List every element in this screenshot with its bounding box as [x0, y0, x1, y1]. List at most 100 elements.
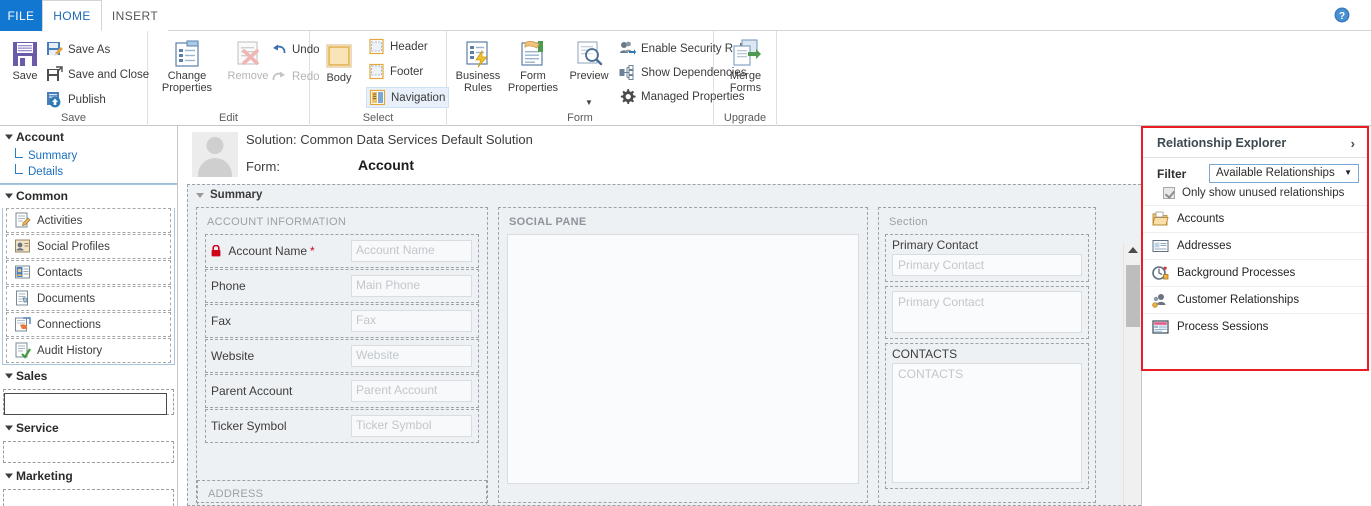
relationship-item-accounts-label: Accounts [1177, 213, 1225, 225]
tab-home[interactable]: HOME [42, 0, 102, 31]
form-label: Form: [246, 159, 280, 174]
field-input-account-name[interactable]: Account Name [351, 240, 472, 262]
chevron-down-icon[interactable]: ▼ [1344, 168, 1352, 177]
svg-text:?: ? [1339, 11, 1345, 22]
remove-button[interactable]: Remove [222, 37, 274, 83]
nav-group-account-label: Account [16, 130, 64, 144]
relationship-item-customer-relationships[interactable]: Customer Relationships [1143, 286, 1367, 313]
subgrid-placeholder-contacts[interactable]: CONTACTS [892, 363, 1082, 483]
publish-button[interactable]: Publish [46, 91, 106, 108]
chevron-right-icon[interactable]: › [1351, 136, 1355, 151]
field-input-website[interactable]: Website [351, 345, 472, 367]
relationship-explorer-header: Relationship Explorer › [1143, 128, 1367, 158]
help-circle-icon[interactable]: ? [1334, 7, 1350, 23]
merge-forms-label-2: Forms [729, 81, 762, 94]
field-input-parent-account[interactable]: Parent Account [351, 380, 472, 402]
nav-group-sales[interactable]: Sales [0, 365, 177, 387]
sidebar-item-documents-label: Documents [37, 292, 96, 305]
sidebar-item-social-profiles[interactable]: Social Profiles [6, 234, 171, 259]
form-properties-label-1: Form [520, 70, 546, 82]
change-properties-label-2: Properties [161, 81, 213, 94]
body-button[interactable]: Body [318, 39, 360, 85]
save-button[interactable]: Save [4, 37, 46, 83]
field-row-account-name[interactable]: Account Name * Account Name [205, 234, 479, 268]
field-input-phone[interactable]: Main Phone [351, 275, 472, 297]
tab-file[interactable]: FILE [0, 0, 42, 31]
header-button[interactable]: Header [368, 38, 428, 55]
save-as-label: Save As [68, 43, 111, 56]
sidebar-item-connections[interactable]: Connections [6, 312, 171, 337]
gear-icon [619, 88, 636, 105]
chevron-down-icon[interactable]: ▼ [585, 97, 593, 109]
form-tab-summary[interactable]: Summary [188, 185, 1141, 207]
subgrid-contacts[interactable]: CONTACTS CONTACTS [885, 343, 1089, 489]
change-properties-button[interactable]: Change Properties [156, 37, 218, 94]
nav-sales-placeholder-field[interactable] [4, 393, 167, 415]
sidebar-item-documents[interactable]: Documents [6, 286, 171, 311]
activities-icon [13, 212, 31, 230]
field-row-primary-contact-block[interactable]: Primary Contact [885, 286, 1089, 339]
nav-group-marketing-label: Marketing [16, 469, 73, 483]
field-input-primary-contact-block[interactable]: Primary Contact [892, 291, 1082, 333]
field-row-primary-contact[interactable]: Primary Contact Primary Contact [885, 234, 1089, 282]
connections-icon [13, 316, 31, 334]
header-layout-icon [368, 38, 385, 55]
sidebar-item-details-label: Details [28, 166, 64, 178]
save-and-close-button[interactable]: Save and Close [46, 66, 149, 83]
nav-group-service[interactable]: Service [0, 417, 177, 439]
canvas-vertical-scrollbar[interactable] [1123, 243, 1141, 505]
preview-button[interactable]: Preview ▼ [563, 37, 615, 107]
nav-group-common[interactable]: Common [0, 184, 177, 207]
field-row-ticker-symbol[interactable]: Ticker Symbol Ticker Symbol [205, 409, 479, 443]
body-label: Body [326, 72, 352, 84]
relationship-item-accounts[interactable]: Accounts [1143, 205, 1367, 232]
scroll-up-arrow-icon[interactable] [1127, 247, 1138, 253]
save-as-button[interactable]: Save As [46, 41, 110, 58]
merge-forms-button[interactable]: Merge Forms [718, 37, 773, 94]
relationship-item-process-sessions[interactable]: Process Sessions [1143, 313, 1367, 340]
field-input-fax[interactable]: Fax [351, 310, 472, 332]
field-row-website[interactable]: Website Website [205, 339, 479, 373]
sidebar-item-details[interactable]: Details [0, 164, 177, 180]
contacts-icon [13, 264, 31, 282]
relationship-item-addresses[interactable]: Addresses [1143, 232, 1367, 259]
only-unused-checkbox-row[interactable]: Only show unused relationships [1143, 185, 1367, 205]
field-input-ticker-symbol[interactable]: Ticker Symbol [351, 415, 472, 437]
form-properties-label-2: Properties [507, 81, 559, 94]
form-properties-button[interactable]: Form Properties [505, 37, 561, 94]
business-rules-label-1: Business [455, 70, 501, 82]
form-properties-icon [517, 37, 549, 71]
footer-button[interactable]: Footer [368, 63, 423, 80]
relationship-list: Accounts Addresses Background Processes … [1143, 205, 1367, 340]
publish-icon [46, 91, 63, 108]
form-name-value: Account [358, 157, 414, 173]
section-title-section: Section [889, 216, 928, 228]
nav-group-account[interactable]: Account [0, 126, 177, 148]
remove-icon [232, 37, 264, 71]
ribbon-group-label-upgrade: Upgrade [723, 112, 767, 124]
sidebar-item-contacts[interactable]: Contacts [6, 260, 171, 285]
field-row-parent-account[interactable]: Parent Account Parent Account [205, 374, 479, 408]
business-rules-button[interactable]: Business Rules [452, 37, 504, 94]
social-pane-placeholder[interactable] [507, 234, 859, 484]
field-row-fax[interactable]: Fax Fax [205, 304, 479, 338]
navigation-button[interactable]: Navigation [366, 87, 450, 108]
sidebar-item-audit-history[interactable]: Audit History [6, 338, 171, 363]
save-and-close-icon [46, 66, 63, 83]
save-label: Save [12, 70, 38, 82]
sidebar-item-summary[interactable]: Summary [0, 148, 177, 164]
only-unused-checkbox[interactable] [1163, 187, 1175, 199]
lock-icon [211, 244, 224, 258]
documents-icon [13, 290, 31, 308]
avatar-head [206, 137, 224, 154]
field-input-primary-contact[interactable]: Primary Contact [892, 254, 1082, 276]
collapse-triangle-icon [5, 425, 13, 431]
form-layout-area: Summary ACCOUNT INFORMATION Account Name… [187, 184, 1141, 506]
field-row-phone[interactable]: Phone Main Phone [205, 269, 479, 303]
nav-group-marketing[interactable]: Marketing [0, 465, 177, 487]
sidebar-item-activities[interactable]: Activities [6, 208, 171, 233]
relationship-item-background-processes[interactable]: Background Processes [1143, 259, 1367, 286]
tab-insert[interactable]: INSERT [102, 0, 168, 31]
relationship-filter-select[interactable]: Available Relationships ▼ [1209, 164, 1359, 183]
scrollbar-thumb[interactable] [1126, 265, 1140, 327]
